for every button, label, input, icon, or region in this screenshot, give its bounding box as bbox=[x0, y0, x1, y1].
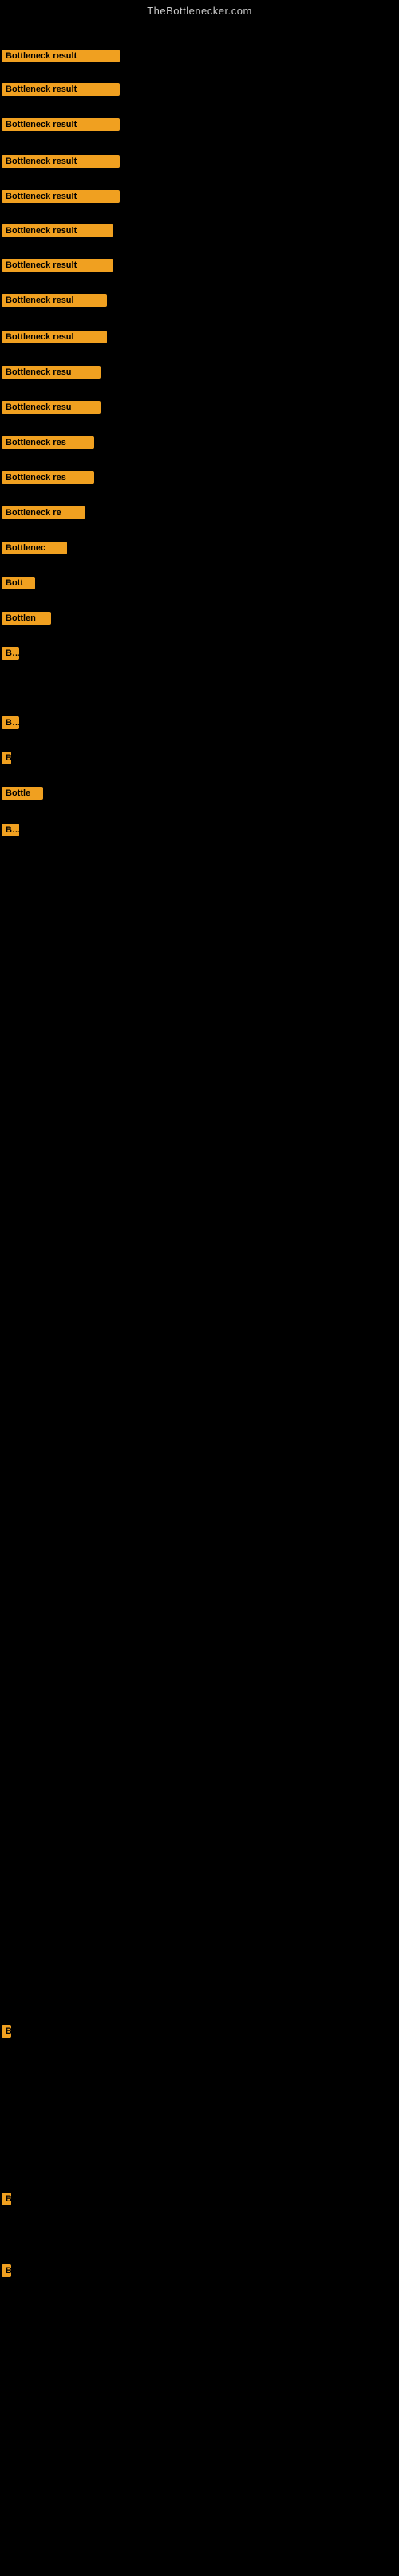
site-title: TheBottlenecker.com bbox=[0, 0, 399, 20]
bottleneck-result-badge: Bo bbox=[2, 716, 19, 729]
bottleneck-result-badge: B bbox=[2, 2025, 11, 2038]
bottleneck-result-badge: Bottleneck resu bbox=[2, 401, 101, 414]
bottleneck-result-badge: Bottleneck res bbox=[2, 436, 94, 449]
bottleneck-result-badge: Bo bbox=[2, 647, 19, 660]
bottleneck-result-badge: Bottleneck result bbox=[2, 190, 120, 203]
bottleneck-result-badge: B bbox=[2, 2193, 11, 2205]
bottleneck-result-badge: Bottleneck result bbox=[2, 259, 113, 272]
bottleneck-result-badge: B bbox=[2, 752, 11, 764]
bottleneck-result-badge: Bott bbox=[2, 577, 35, 589]
bottleneck-result-badge: Bottleneck result bbox=[2, 155, 120, 168]
bottleneck-result-badge: B bbox=[2, 2264, 11, 2277]
bottleneck-result-badge: Bottleneck result bbox=[2, 50, 120, 62]
bottleneck-result-badge: Bo bbox=[2, 824, 19, 836]
bottleneck-result-badge: Bottleneck re bbox=[2, 506, 85, 519]
bottleneck-result-badge: Bottleneck result bbox=[2, 224, 113, 237]
bottleneck-result-badge: Bottleneck resu bbox=[2, 366, 101, 379]
bottleneck-result-badge: Bottlenec bbox=[2, 542, 67, 554]
bottleneck-result-badge: Bottle bbox=[2, 787, 43, 800]
bottleneck-result-badge: Bottleneck resul bbox=[2, 294, 107, 307]
bottleneck-result-badge: Bottleneck resul bbox=[2, 331, 107, 343]
bottleneck-result-badge: Bottleneck res bbox=[2, 471, 94, 484]
bottleneck-result-badge: Bottlen bbox=[2, 612, 51, 625]
bottleneck-result-badge: Bottleneck result bbox=[2, 83, 120, 96]
bottleneck-result-badge: Bottleneck result bbox=[2, 118, 120, 131]
